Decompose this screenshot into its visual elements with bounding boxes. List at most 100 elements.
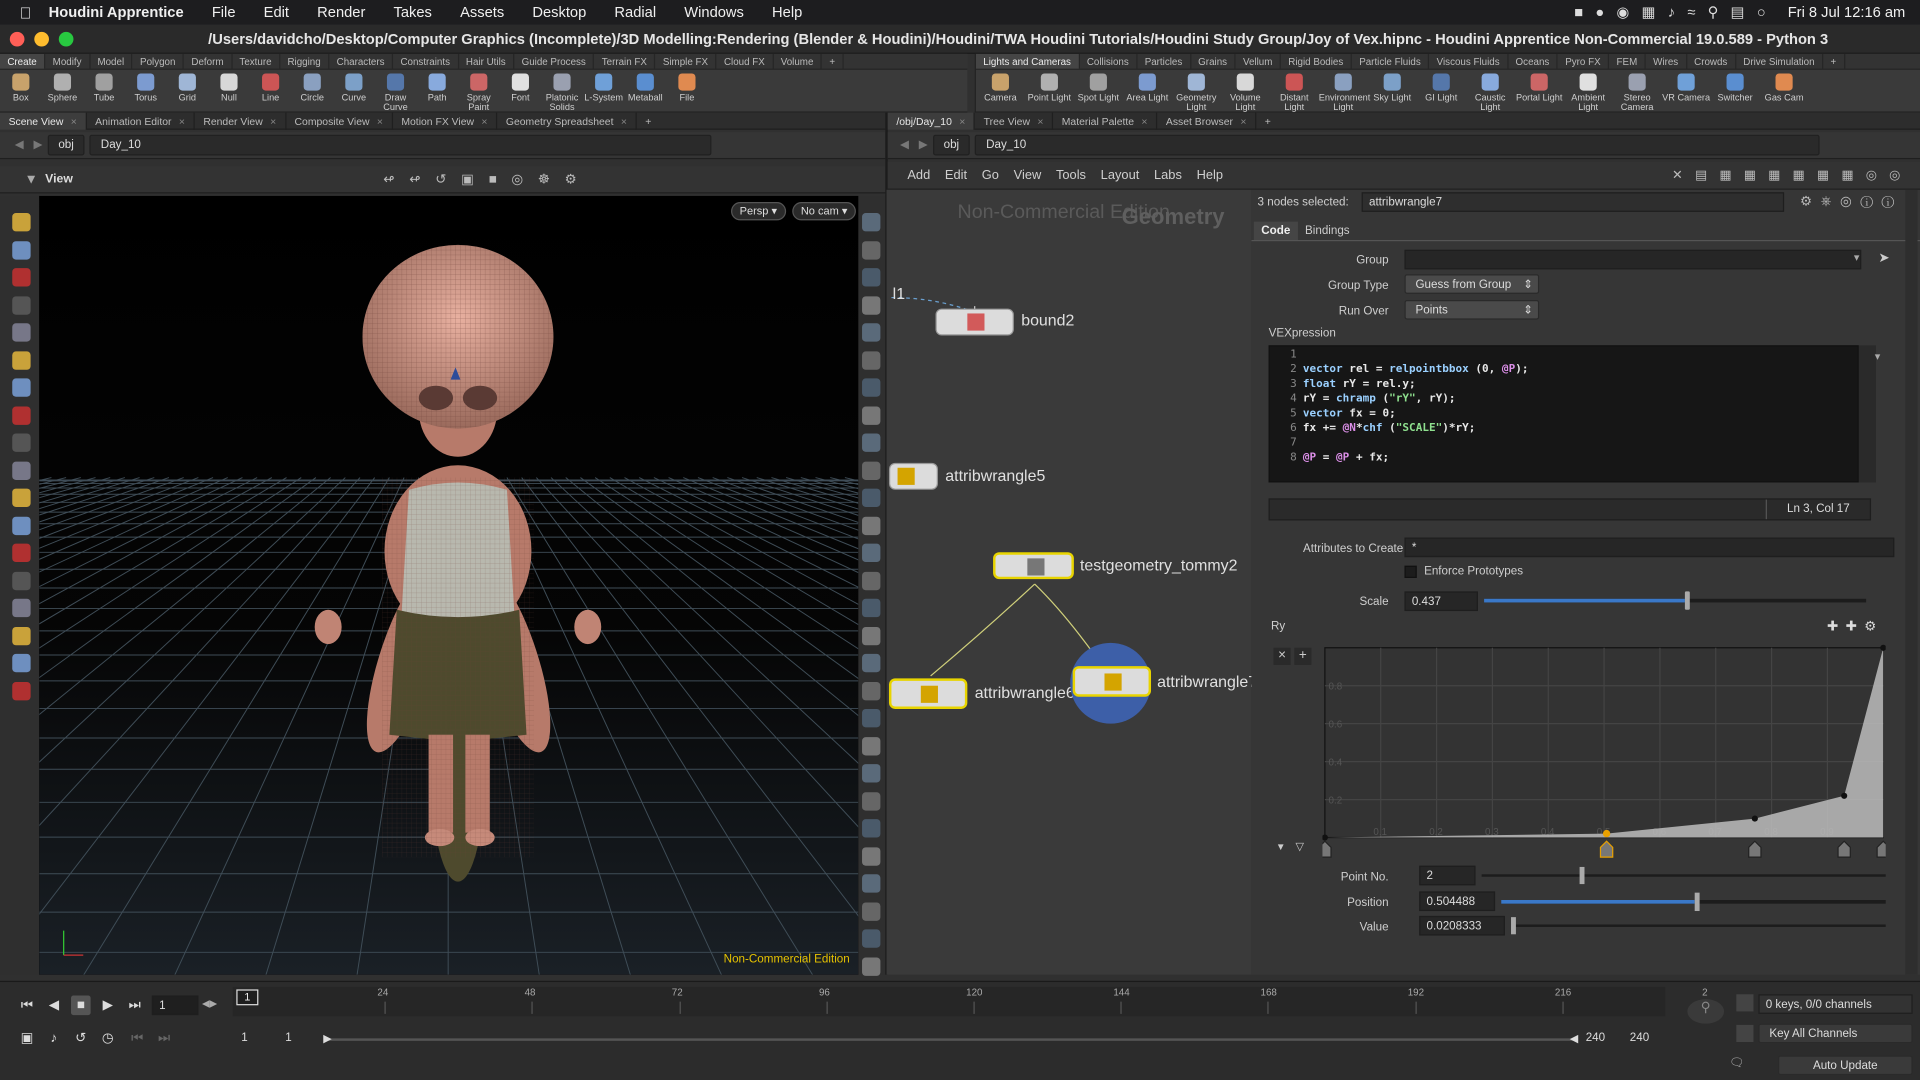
viewport-tool-icon[interactable] [862, 653, 881, 673]
ramp-add-button[interactable]: + [1294, 647, 1312, 665]
net-menu-edit[interactable]: Edit [945, 168, 967, 183]
menu-windows[interactable]: Windows [684, 4, 744, 21]
add-shelf-icon[interactable]: + [1823, 53, 1845, 69]
ramp-collapse-icon[interactable]: ▼ [1276, 841, 1286, 852]
current-frame-field[interactable]: 1 [151, 995, 199, 1016]
shelf-tab-polygon[interactable]: Polygon [133, 53, 185, 69]
shelf-tab-simple-fx[interactable]: Simple FX [656, 53, 717, 69]
next-key-icon[interactable]: ⏭ [154, 1029, 174, 1049]
position-field[interactable]: 0.504488 [1419, 891, 1496, 912]
viewport-tool-icon[interactable] [862, 213, 881, 232]
attributes-to-create-field[interactable]: * [1404, 537, 1895, 558]
path-root[interactable]: obj [932, 134, 971, 156]
node-attribwrangle5[interactable] [888, 462, 938, 490]
shelf-tool-box[interactable]: Box [0, 70, 42, 113]
net-menu-add[interactable]: Add [907, 168, 930, 183]
select-arrow-icon[interactable]: ➤ [1878, 250, 1889, 266]
shelf-tab-fem[interactable]: FEM [1609, 53, 1646, 69]
viewport-tool-icon[interactable] [862, 956, 881, 976]
node-bound2[interactable] [935, 308, 1014, 336]
step-arrows-icon[interactable]: ◀▶ [202, 998, 217, 1009]
node-label-l1[interactable]: l1 [893, 284, 905, 302]
shelf-tool-line[interactable]: Line [250, 70, 292, 113]
shelf-tool-platonic-solids[interactable]: Platonic Solids [541, 70, 583, 113]
audio-icon[interactable]: ♪ [44, 1029, 64, 1049]
shelf-tab-crowds[interactable]: Crowds [1687, 53, 1736, 69]
ramp-delete-button[interactable]: × [1273, 647, 1291, 665]
vex-code-editor[interactable]: 1 2 vector rel = relpointbbox (0, @P); 3f… [1268, 345, 1859, 483]
viewport-tool-icon[interactable] [12, 488, 31, 507]
viewport-tool-icon[interactable] [862, 626, 881, 645]
network-editor[interactable]: Non-Commercial Edition Geometry l1 bound… [886, 189, 1252, 975]
value-slider-track[interactable] [1511, 917, 1886, 935]
shelf-tool-draw-curve[interactable]: Draw Curve [375, 70, 417, 113]
net-menu-help[interactable]: Help [1197, 168, 1223, 183]
viewer-tool-icons[interactable]: ↫↫↺▣■◎☸⚙ [383, 171, 591, 188]
point-no-slider-handle[interactable] [1579, 866, 1585, 885]
add-shelf-icon[interactable]: + [822, 53, 844, 69]
menu-help[interactable]: Help [772, 4, 802, 21]
shelf-tab-cloud-fx[interactable]: Cloud FX [717, 53, 774, 69]
ramp-graph[interactable]: 0.80.60.40.20.10.20.30.40.50.60.70.80.9 [1322, 644, 1886, 864]
shelf-tool-file[interactable]: File [666, 70, 708, 113]
viewport-tool-icon[interactable] [12, 433, 31, 452]
shelf-tool-geometry-light[interactable]: Geometry Light [1172, 70, 1221, 113]
viewport-tool-icon[interactable] [12, 516, 31, 535]
shelf-tab-wires[interactable]: Wires [1646, 53, 1687, 69]
scale-slider-handle[interactable] [1684, 591, 1690, 610]
viewport-tool-icon[interactable] [862, 516, 881, 535]
shelf-tab-vellum[interactable]: Vellum [1236, 53, 1281, 69]
ramp-tool-icons[interactable]: ✚✚⚙ [1827, 618, 1884, 635]
range-end-handle[interactable]: ◀ [1570, 1032, 1578, 1045]
shelf-tab-collisions[interactable]: Collisions [1080, 53, 1138, 69]
viewport-tool-icon[interactable] [12, 240, 31, 259]
menu-assets[interactable]: Assets [460, 4, 504, 21]
shelf-tool-torus[interactable]: Torus [125, 70, 167, 113]
viewport-tool-icon[interactable] [12, 295, 31, 315]
viewport-tool-icon[interactable] [862, 819, 881, 838]
view-menu-icon[interactable]: ▼ [24, 172, 37, 187]
viewport-tool-icon[interactable] [12, 268, 31, 287]
loop-icon[interactable]: ↺ [71, 1029, 91, 1049]
viewport-tool-icon[interactable] [862, 295, 881, 315]
shelf-tab-grains[interactable]: Grains [1191, 53, 1236, 69]
shelf-tab-create[interactable]: Create [0, 53, 46, 69]
tab-bindings[interactable]: Bindings [1298, 221, 1357, 239]
viewport-tool-icon[interactable] [12, 323, 31, 342]
back-arrow-icon[interactable]: ◀ [15, 138, 24, 151]
viewport-tool-icon[interactable] [862, 901, 881, 921]
node-attribwrangle6[interactable] [888, 678, 968, 709]
viewport-tool-icon[interactable] [862, 764, 881, 783]
shelf-tool-vr-camera[interactable]: VR Camera [1662, 70, 1711, 113]
viewport-tool-icon[interactable] [862, 681, 881, 700]
chat-icon[interactable]: 🗨 [1729, 1057, 1745, 1070]
range-start-handle[interactable]: ▶ [323, 1032, 331, 1045]
code-scrollbar[interactable] [1858, 345, 1876, 483]
auto-update-button[interactable]: Auto Update [1777, 1055, 1913, 1076]
net-menu-tools[interactable]: Tools [1056, 168, 1086, 183]
close-icon[interactable]: × [270, 114, 276, 126]
chevron-down-icon[interactable]: ▾ [1875, 350, 1881, 363]
shelf-tab-deform[interactable]: Deform [184, 53, 233, 69]
shelf-tab-rigid-bodies[interactable]: Rigid Bodies [1281, 53, 1352, 69]
viewport-tool-icon[interactable] [12, 653, 31, 673]
path-node[interactable]: Day_10 [975, 134, 1820, 156]
group-type-dropdown[interactable]: Guess from Group ⇕ [1404, 274, 1540, 294]
shelf-tab-rigging[interactable]: Rigging [280, 53, 330, 69]
viewport-tool-icon[interactable] [12, 543, 31, 563]
position-slider-track[interactable] [1501, 892, 1886, 912]
path-node[interactable]: Day_10 [89, 134, 712, 156]
menu-edit[interactable]: Edit [264, 4, 289, 21]
menu-render[interactable]: Render [317, 4, 365, 21]
point-no-slider[interactable] [1481, 866, 1886, 885]
ramp-filter-icon[interactable]: ▽ [1296, 840, 1304, 853]
shelf-tool-l-system[interactable]: L-System [583, 70, 625, 113]
shelf-tool-sphere[interactable]: Sphere [42, 70, 84, 113]
close-window-button[interactable] [9, 31, 25, 46]
shelf-tab-guide-process[interactable]: Guide Process [514, 53, 595, 69]
viewport-tool-icon[interactable] [862, 461, 881, 480]
viewport-tool-icon[interactable] [862, 846, 881, 866]
shelf-tool-sky-light[interactable]: Sky Light [1368, 70, 1417, 113]
point-no-field[interactable]: 2 [1419, 865, 1476, 886]
shelf-tool-spot-light[interactable]: Spot Light [1074, 70, 1123, 113]
